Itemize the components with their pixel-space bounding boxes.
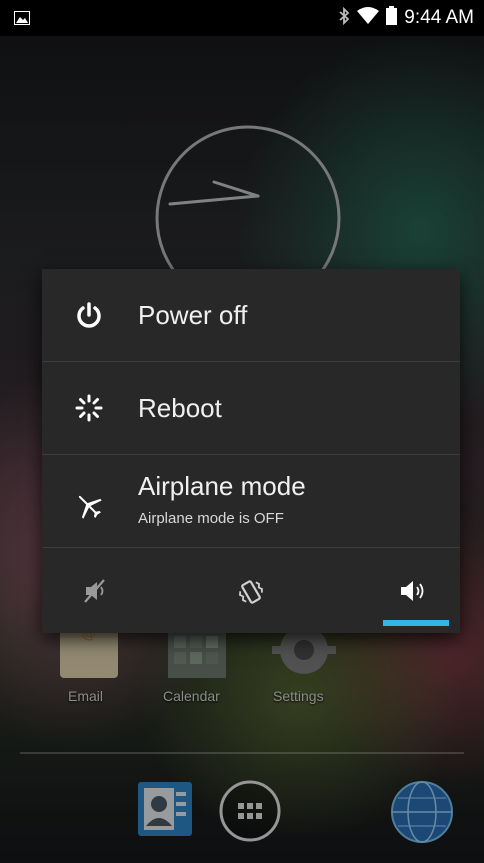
bluetooth-icon — [338, 6, 350, 30]
battery-icon — [386, 6, 398, 30]
menu-item-reboot[interactable]: Reboot — [42, 362, 460, 455]
menu-item-label: Reboot — [138, 393, 222, 423]
sound-mode-silent[interactable] — [42, 549, 152, 633]
reboot-icon — [74, 393, 104, 428]
silent-icon — [84, 579, 105, 603]
selected-sound-mode-indicator — [383, 620, 449, 626]
sound-on-icon — [401, 581, 424, 601]
status-time: 9:44 AM — [404, 7, 474, 28]
menu-item-subtitle: Airplane mode is OFF — [138, 510, 284, 527]
power-icon — [74, 301, 104, 336]
picture-notification-icon — [14, 11, 30, 30]
menu-item-power-off[interactable]: Power off — [42, 269, 460, 362]
vibrate-icon — [239, 580, 263, 604]
menu-item-label: Power off — [138, 300, 248, 330]
status-bar: 9:44 AM — [0, 0, 484, 36]
power-options-dialog: Power off Reboot Airplane mode Airplane … — [42, 269, 460, 633]
menu-item-airplane-mode[interactable]: Airplane mode Airplane mode is OFF — [42, 455, 460, 548]
menu-item-label: Airplane mode — [138, 471, 306, 501]
airplane-icon — [74, 491, 104, 526]
wifi-icon — [357, 6, 380, 30]
sound-mode-vibrate[interactable] — [196, 549, 306, 633]
